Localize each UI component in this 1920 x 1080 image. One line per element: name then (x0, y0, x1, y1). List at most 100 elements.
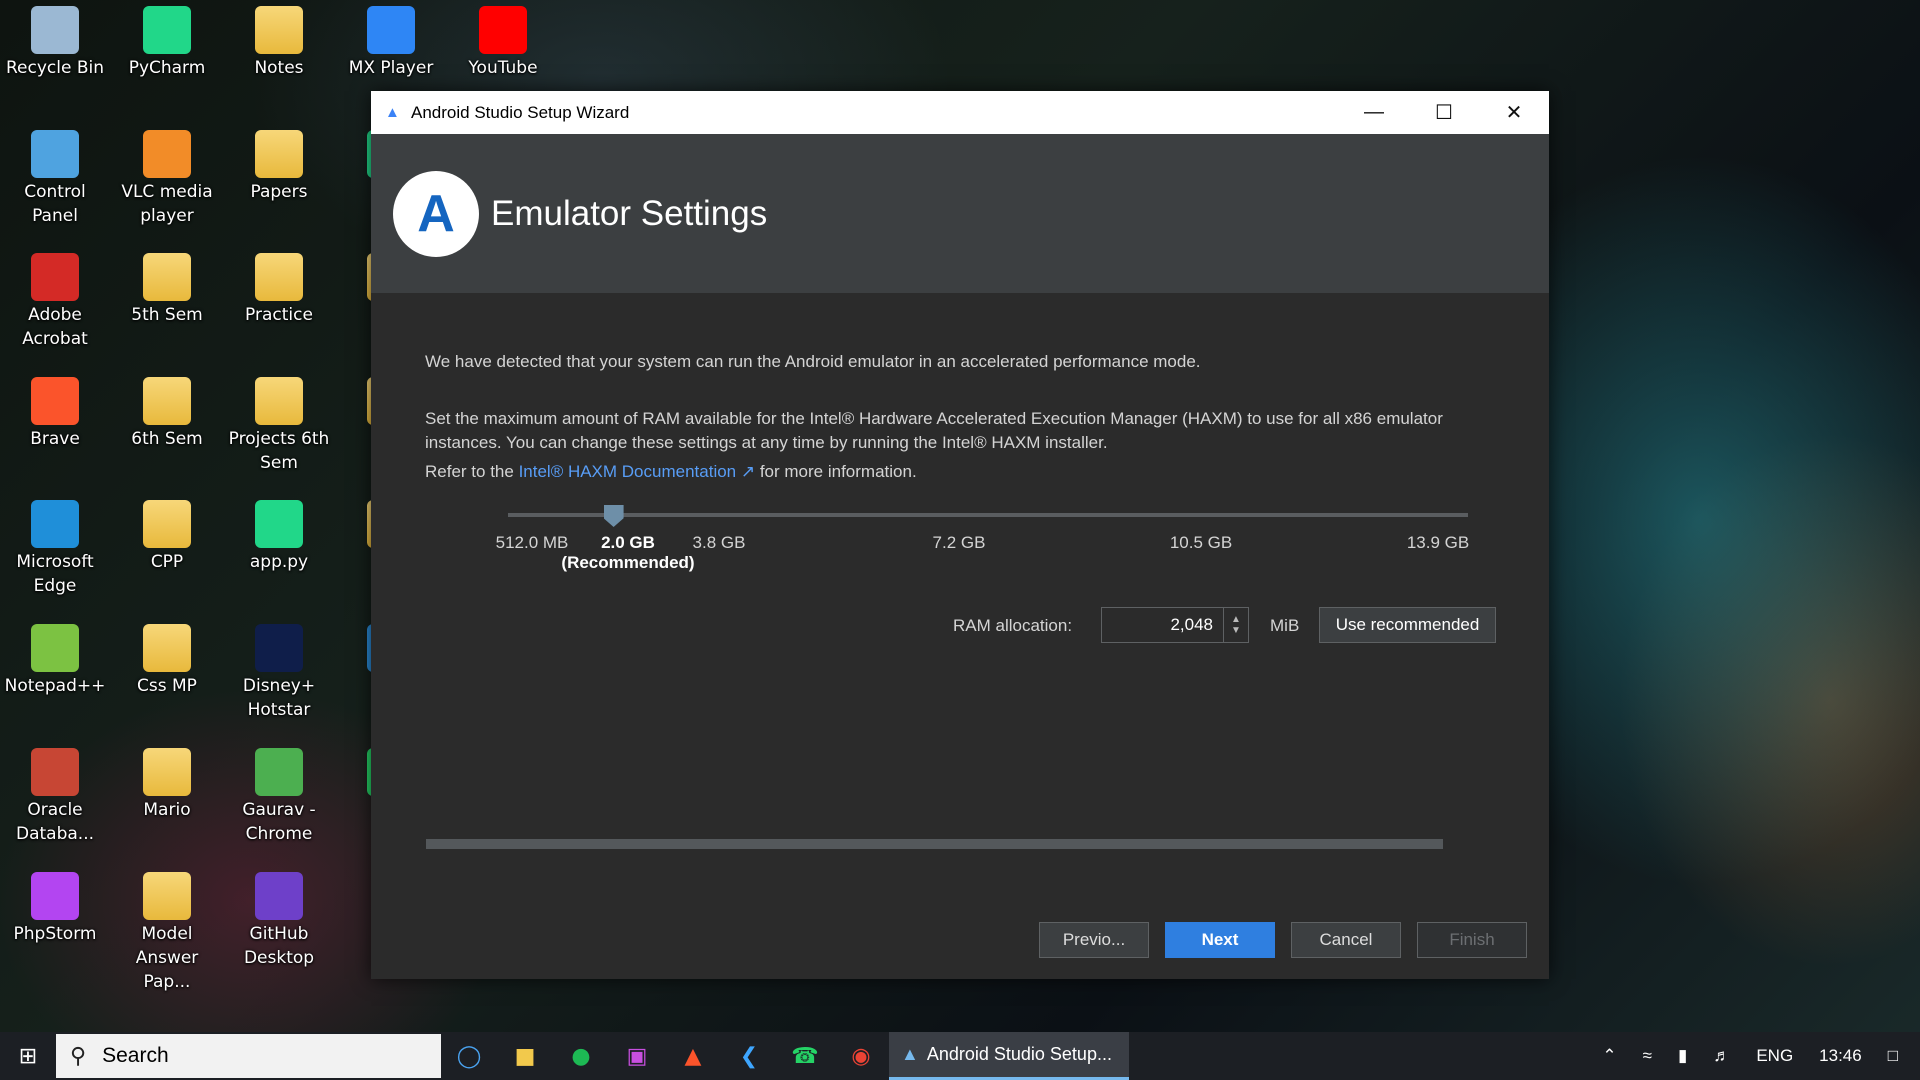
slider-tick-label: 7.2 GB (932, 533, 986, 552)
close-button[interactable]: ✕ (1479, 91, 1549, 134)
folder-icon (255, 253, 303, 301)
desktop-icon[interactable]: Disney+ Hotstar (223, 624, 335, 722)
notepad-plus-plus-icon (31, 624, 79, 672)
desktop-icon[interactable]: YouTube (447, 6, 559, 80)
desktop-icon[interactable]: Mario (111, 748, 223, 822)
desktop-icon[interactable]: 6th Sem (111, 377, 223, 451)
finish-button[interactable]: Finish (1417, 922, 1527, 958)
chrome-icon (255, 748, 303, 796)
chrome-icon[interactable]: ◉ (833, 1032, 889, 1080)
desktop-icon[interactable]: Model Answer Pap... (111, 872, 223, 994)
volume-icon[interactable]: ♬ (1713, 1046, 1730, 1066)
windows-start-icon[interactable]: ⊞ (0, 1032, 56, 1080)
hotstar-icon (255, 624, 303, 672)
ram-slider-thumb[interactable] (603, 505, 624, 527)
desktop-icon[interactable]: Adobe Acrobat (0, 253, 111, 351)
intellij-icon[interactable]: ▣ (609, 1032, 665, 1080)
desktop-icon-label: CPP (150, 552, 184, 572)
refer-prefix: Refer to the (425, 462, 514, 481)
desktop-icon[interactable]: Notepad++ (0, 624, 111, 698)
ram-description-text: Set the maximum amount of RAM available … (425, 409, 1443, 452)
pycharm-file-icon (255, 500, 303, 548)
desktop-icon-label: Adobe Acrobat (22, 305, 88, 349)
desktop-icon[interactable]: Projects 6th Sem (223, 377, 335, 475)
language-indicator[interactable]: ENG (1756, 1046, 1793, 1066)
active-app-label: Android Studio Setup... (926, 1044, 1112, 1064)
desktop-icon[interactable]: Gaurav - Chrome (223, 748, 335, 846)
taskbar: ⊞ ⚲ Search ◯ ■ ● ▣ ▲ ❮ ☎ ◉ ▲ Android Stu… (0, 1032, 1920, 1080)
notifications-icon[interactable]: □ (1888, 1046, 1898, 1066)
haxm-documentation-link[interactable]: Intel® HAXM Documentation ↗ (519, 462, 756, 481)
desktop-icon[interactable]: Recycle Bin (0, 6, 111, 80)
battery-icon[interactable]: ▮ (1678, 1046, 1687, 1066)
desktop-icon[interactable]: PhpStorm (0, 872, 111, 946)
acrobat-icon (31, 253, 79, 301)
spotify-icon[interactable]: ● (553, 1032, 609, 1080)
youtube-icon (479, 6, 527, 54)
desktop-icon[interactable]: app.py (223, 500, 335, 574)
refer-suffix: for more information. (759, 462, 917, 481)
title-bar[interactable]: ▲ Android Studio Setup Wizard — ☐ ✕ (371, 91, 1549, 134)
desktop-icon[interactable]: Notes (223, 6, 335, 80)
desktop-icon[interactable]: Control Panel (0, 130, 111, 228)
detection-text: We have detected that your system can ru… (425, 352, 1201, 371)
chevron-up-icon[interactable]: ⌃ (1602, 1046, 1616, 1066)
folder-icon (143, 253, 191, 301)
taskbar-search-box[interactable]: ⚲ Search (56, 1034, 441, 1078)
ram-allocation-spinner[interactable]: 2,048 ▲ ▼ (1101, 607, 1249, 643)
spinner-arrows-icon[interactable]: ▲ ▼ (1223, 608, 1248, 642)
desktop-icon[interactable]: Microsoft Edge (0, 500, 111, 598)
file-explorer-icon[interactable]: ■ (497, 1032, 553, 1080)
cortana-icon[interactable]: ◯ (441, 1032, 497, 1080)
phpstorm-icon (31, 872, 79, 920)
desktop-icon-label: Mario (143, 800, 191, 820)
github-icon (255, 872, 303, 920)
desktop-icon-label: Oracle Databa... (15, 800, 94, 844)
desktop-icon-label: Model Answer Pap... (135, 924, 199, 992)
brave-icon[interactable]: ▲ (665, 1032, 721, 1080)
desktop-icon[interactable]: MX Player (335, 6, 447, 80)
desktop-icon-label: Brave (30, 429, 80, 449)
desktop-icon[interactable]: Css MP (111, 624, 223, 698)
desktop-icon-label: MX Player (348, 58, 434, 78)
folder-icon (255, 130, 303, 178)
search-icon: ⚲ (70, 1043, 87, 1068)
desktop-icon[interactable]: Practice (223, 253, 335, 327)
android-studio-logo-icon: A (393, 170, 479, 257)
desktop-icon[interactable]: Oracle Databa... (0, 748, 111, 846)
desktop-icon[interactable]: PyCharm (111, 6, 223, 80)
desktop-icon-label: app.py (249, 552, 309, 572)
wifi-icon[interactable]: ≈ (1643, 1046, 1652, 1066)
maximize-button[interactable]: ☐ (1409, 91, 1479, 134)
folder-icon (255, 6, 303, 54)
ram-slider-track[interactable] (508, 513, 1468, 517)
taskbar-android-studio-button[interactable]: ▲ Android Studio Setup... (889, 1032, 1129, 1080)
pycharm-icon (143, 6, 191, 54)
desktop-icon[interactable]: 5th Sem (111, 253, 223, 327)
desktop-icon-label: Practice (245, 305, 313, 325)
ram-allocation-input[interactable]: 2,048 (1102, 615, 1223, 635)
desktop-icon[interactable]: CPP (111, 500, 223, 574)
desktop-icon[interactable]: Brave (0, 377, 111, 451)
whatsapp-icon[interactable]: ☎ (777, 1032, 833, 1080)
android-studio-icon: ▲ (385, 103, 400, 121)
desktop-icon-label: YouTube (468, 58, 538, 78)
desktop-icon-label: Css MP (137, 676, 197, 696)
minimize-button[interactable]: — (1339, 91, 1409, 134)
use-recommended-button[interactable]: Use recommended (1319, 607, 1496, 643)
desktop-icon[interactable]: VLC media player (111, 130, 223, 228)
desktop-icon-label: Projects 6th Sem (228, 429, 330, 473)
window-title: Android Studio Setup Wizard (411, 102, 630, 122)
vscode-icon[interactable]: ❮ (721, 1032, 777, 1080)
desktop-icon-label: VLC media player (121, 182, 213, 226)
desktop-icon[interactable]: Papers (223, 130, 335, 204)
desktop-icon-label: 6th Sem (131, 429, 203, 449)
next-button[interactable]: Next (1165, 922, 1275, 958)
desktop-icon-label: Control Panel (24, 182, 86, 226)
cancel-button[interactable]: Cancel (1291, 922, 1401, 958)
android-studio-icon: ▲ (901, 1044, 919, 1064)
desktop-icon[interactable]: GitHub Desktop (223, 872, 335, 970)
clock[interactable]: 13:46 (1819, 1046, 1862, 1066)
previous-button[interactable]: Previo... (1039, 922, 1149, 958)
search-placeholder: Search (102, 1044, 169, 1067)
